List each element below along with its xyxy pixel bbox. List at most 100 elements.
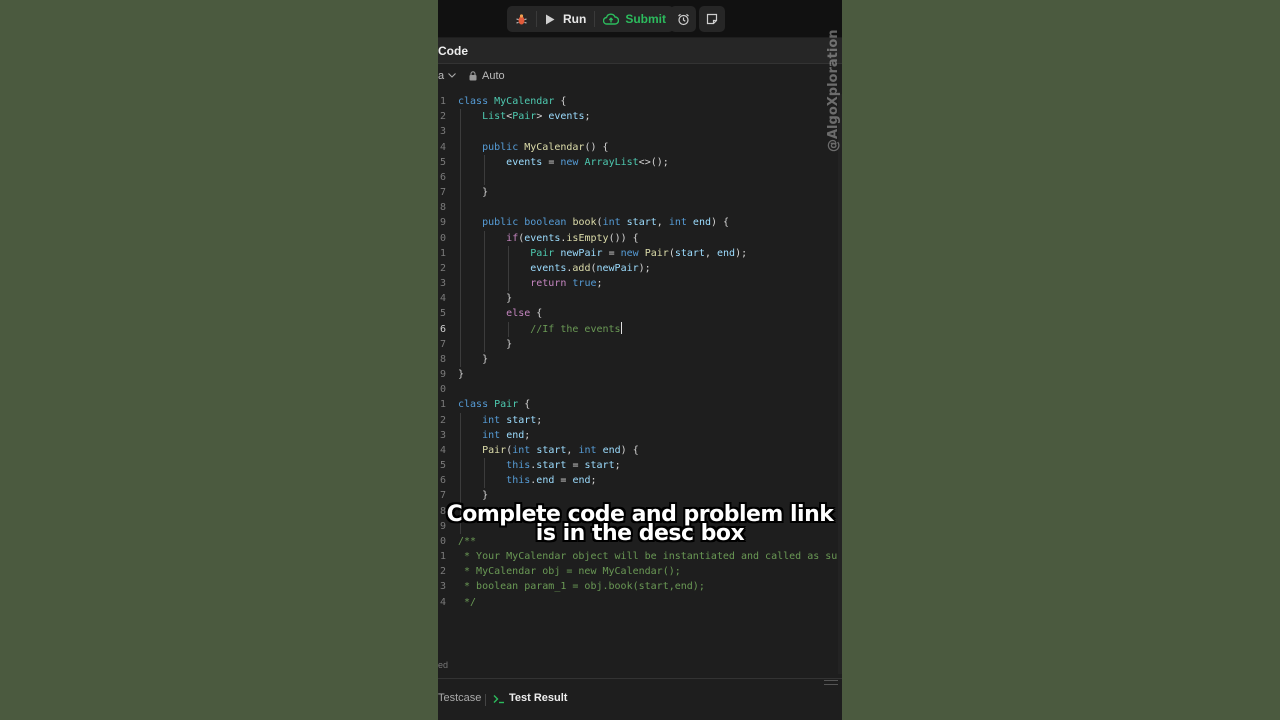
code-text: events = new ArrayList<>(); [506,156,669,168]
code-line[interactable]: 3 [438,124,842,139]
tab-separator [485,694,486,706]
code-line[interactable]: 6 //If the events [438,321,842,337]
auto-mode-label: Auto [482,70,505,82]
debug-button[interactable] [507,6,536,32]
line-number: 2 [439,414,446,426]
code-line[interactable]: 6 [438,170,842,185]
code-line[interactable]: 3 int end; [438,428,842,443]
line-number: 1 [439,247,446,259]
code-line[interactable]: 9} [438,367,842,382]
resize-handle[interactable] [824,680,838,685]
code-text: //If the events [458,321,622,335]
editor-options-bar: a Auto [438,64,842,88]
line-number: 1 [439,551,446,563]
line-number: 5 [439,460,446,472]
code-line[interactable]: 5 events = new ArrayList<>(); [438,155,842,170]
code-line[interactable]: 4 } [438,291,842,306]
code-text: } [506,338,513,350]
code-line[interactable]: 4 public MyCalendar() { [438,140,842,155]
code-text: * Your MyCalendar object will be instant… [458,551,842,563]
lock-icon [469,71,477,81]
code-line[interactable]: 5 else { [438,306,842,321]
code-text: else { [506,308,543,320]
code-line[interactable]: 8 } [438,352,842,367]
code-line[interactable]: 6 this.end = end; [438,473,842,488]
top-toolbar: Run Submit [438,0,842,37]
line-number: 9 [439,217,446,229]
code-text: events.add(newPair); [530,262,651,274]
line-number: 4 [439,141,446,153]
panel-divider[interactable] [438,678,842,679]
editor-scrollbar[interactable] [838,94,842,674]
cloud-upload-icon [603,13,620,25]
code-editor[interactable]: 1 class MyCalendar {2 List<Pair> events; 3… [438,94,842,674]
bottom-tabs: Testcase Test Result [438,686,842,712]
code-text: this.start = start; [506,460,621,472]
tab-test-result[interactable]: Test Result [509,692,567,704]
bug-icon [516,13,527,24]
background-left [0,0,438,720]
indent-guide [460,109,461,368]
run-button[interactable]: Run [537,6,594,32]
code-text: public boolean book(int start, int end) … [482,217,730,229]
line-number: 7 [439,490,446,502]
line-number: 6 [439,323,446,335]
code-text: public MyCalendar() { [482,141,609,153]
background-right [842,0,1280,720]
line-number: 9 [439,369,446,381]
submit-label: Submit [625,12,666,26]
code-text: Pair newPair = new Pair(start, end); [530,247,748,259]
alarm-clock-icon [677,13,689,25]
line-number: 2 [439,111,446,123]
timer-button[interactable] [670,6,696,32]
code-line[interactable]: 2 events.add(newPair); [438,261,842,276]
submit-button[interactable]: Submit [595,6,674,32]
line-number: 3 [439,278,446,290]
code-line[interactable]: 3 * boolean param_1 = obj.book(start,end… [438,579,842,594]
code-line[interactable]: 5 this.start = start; [438,458,842,473]
code-line[interactable]: 9 public boolean book(int start, int end… [438,215,842,230]
channel-watermark: @AlgoXploration [826,29,841,152]
code-line[interactable]: 8 [438,200,842,215]
line-number: 0 [439,384,446,396]
panel-title: Code [438,44,468,58]
code-line[interactable]: 1 Pair newPair = new Pair(start, end); [438,246,842,261]
code-text: * MyCalendar obj = new MyCalendar(); [458,566,681,578]
note-icon [706,13,718,25]
code-text: Pair(int start, int end) { [482,444,639,456]
code-text: if(events.isEmpty()) { [506,232,639,244]
code-line[interactable]: 7 } [438,337,842,352]
line-number: 4 [439,444,446,456]
code-line[interactable]: 1 class MyCalendar { [438,94,842,109]
code-line[interactable]: 1 class Pair { [438,397,842,412]
line-number: 4 [439,596,446,608]
code-line[interactable]: 2 int start; [438,413,842,428]
line-number: 1 [439,96,446,107]
code-text: */ [458,596,477,608]
notes-button[interactable] [699,6,725,32]
status-text: ed [438,660,449,670]
line-number: 3 [439,429,446,441]
indent-guide [484,154,485,185]
code-line[interactable]: 2 * MyCalendar obj = new MyCalendar(); [438,564,842,579]
code-line[interactable]: 4 Pair(int start, int end) { [438,443,842,458]
code-line[interactable]: 7 } [438,185,842,200]
play-icon [546,14,555,24]
code-text: return true; [530,278,603,290]
tab-testcase[interactable]: Testcase [438,692,481,704]
code-line[interactable]: 0 [438,382,842,397]
code-line[interactable]: 0 if(events.isEmpty()) { [438,231,842,246]
code-line[interactable]: 2 List<Pair> events; [438,109,842,124]
line-number: 4 [439,293,446,305]
language-selector[interactable]: a [438,70,444,82]
code-line[interactable]: 1 * Your MyCalendar object will be insta… [438,549,842,564]
line-number: 6 [439,171,446,183]
code-text: } [482,353,489,365]
chevron-down-icon[interactable] [448,73,456,78]
line-number: 5 [439,156,446,168]
code-line[interactable]: 4 */ [438,595,842,610]
code-text: } [458,369,465,381]
code-text: class Pair { [458,399,531,411]
code-line[interactable]: 3 return true; [438,276,842,291]
line-number: 8 [439,202,446,214]
